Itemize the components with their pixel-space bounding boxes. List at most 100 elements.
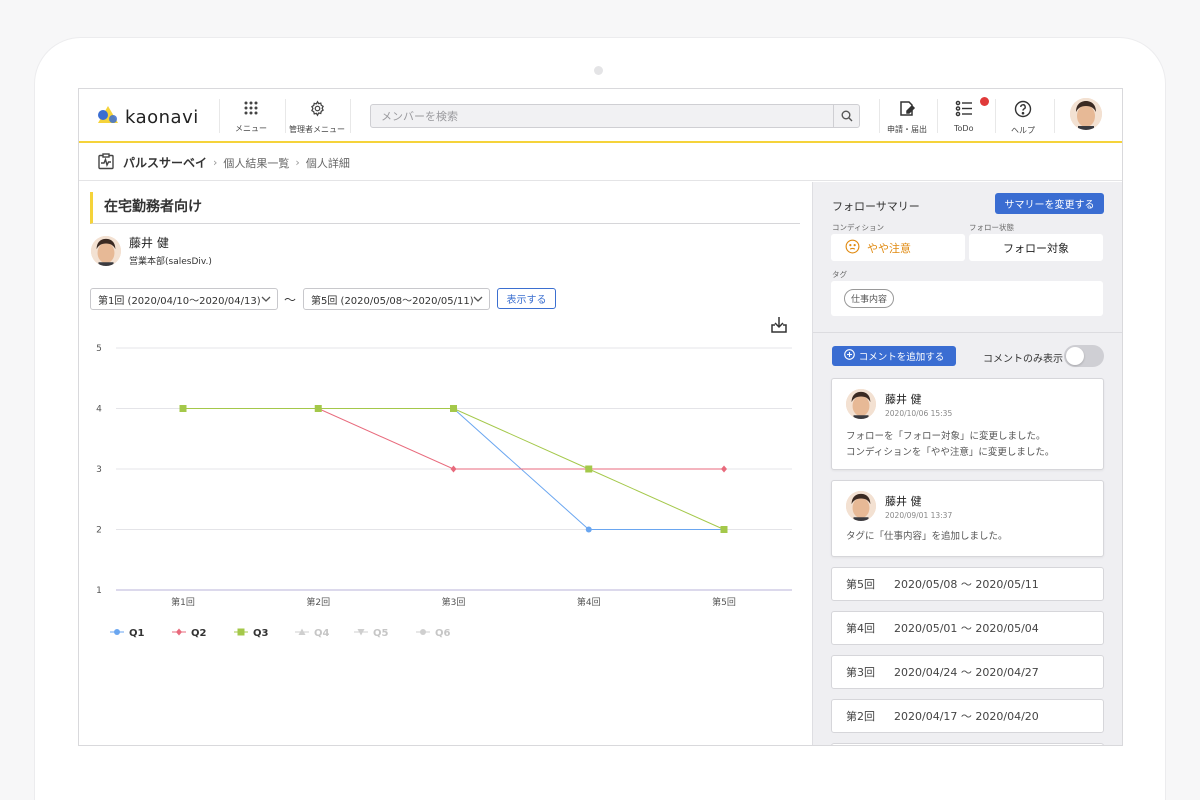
comment-line: フォローを「フォロー対象」に変更しました。 — [846, 431, 1046, 442]
add-comment-button[interactable]: コメントを追加する — [832, 346, 956, 366]
search-icon[interactable] — [833, 105, 859, 127]
y-tick-label: 3 — [96, 465, 102, 475]
chevron-down-icon — [261, 292, 271, 309]
menu-button[interactable]: メニュー — [235, 100, 267, 134]
legend-label-q5: Q5 — [373, 628, 389, 639]
round-label: 第2回 — [846, 710, 875, 723]
legend-label-q2: Q2 — [191, 628, 207, 639]
condition-box: やや注意 — [831, 234, 965, 261]
person-avatar — [91, 235, 121, 266]
legend-label-q1: Q1 — [129, 628, 145, 639]
tag-box: 仕事内容 — [831, 281, 1103, 316]
data-point-q3 — [450, 405, 457, 412]
x-tick-label: 第4回 — [577, 596, 601, 608]
header-divider — [1054, 99, 1055, 133]
round-item[interactable]: 第3回 2020/04/24 〜 2020/04/27 — [831, 655, 1104, 689]
header-divider — [219, 99, 220, 133]
comments-only-toggle[interactable] — [1064, 345, 1104, 367]
add-comment-label: コメントを追加する — [858, 352, 945, 363]
comment-line: タグに「仕事内容」を追加しました。 — [846, 531, 1008, 542]
apply-label: 申請・届出 — [887, 125, 927, 134]
y-tick-label: 5 — [96, 344, 102, 354]
notification-dot — [980, 97, 989, 106]
data-point-q2 — [721, 465, 727, 473]
legend-marker-q2 — [176, 628, 182, 636]
todo-button[interactable]: ToDo — [954, 100, 973, 133]
condition-value: やや注意 — [867, 241, 911, 255]
data-point-q3 — [314, 405, 322, 412]
kaonavi-logo-icon — [97, 105, 119, 129]
help-button[interactable]: ヘルプ — [1011, 100, 1035, 136]
data-point-q1 — [585, 526, 592, 533]
condition-label: コンディション — [832, 223, 884, 232]
x-tick-label: 第1回 — [171, 596, 195, 608]
comment-body: タグに「仕事内容」を追加しました。 — [846, 529, 1008, 545]
round-item[interactable]: 第5回 2020/05/08 〜 2020/05/11 — [831, 567, 1104, 601]
breadcrumb-pulse-survey[interactable]: パルスサーベイ — [123, 154, 207, 171]
checklist-icon — [955, 100, 973, 121]
chevron-right-icon: › — [295, 156, 300, 169]
range-to-select[interactable]: 第5回 (2020/05/08〜2020/05/11) — [303, 288, 490, 310]
show-button[interactable]: 表示する — [497, 288, 556, 309]
search-input[interactable] — [371, 105, 826, 128]
download-icon[interactable] — [769, 315, 789, 339]
survey-detail: 在宅勤務者向け 藤井 健 営業本部(salesDiv.) 第1回 (2020/0… — [79, 182, 812, 745]
round-range: 2020/04/17 〜 2020/04/20 — [894, 710, 1039, 723]
worried-face-icon — [845, 239, 860, 257]
y-tick-label: 2 — [96, 526, 102, 536]
tablet-camera — [594, 66, 603, 75]
follow-panel: フォローサマリー サマリーを変更する コンディション フォロー状態 やや注意 フ… — [812, 182, 1122, 745]
help-icon — [1014, 100, 1032, 122]
y-tick-label: 1 — [96, 586, 102, 596]
round-range: 2020/05/01 〜 2020/05/04 — [894, 622, 1039, 635]
chevron-right-icon: › — [213, 156, 218, 169]
round-item[interactable] — [831, 743, 1104, 745]
range-from-select[interactable]: 第1回 (2020/04/10〜2020/04/13) — [90, 288, 278, 310]
header-divider — [285, 99, 286, 133]
pulse-survey-icon — [97, 152, 115, 173]
round-label: 第3回 — [846, 666, 875, 679]
grid-icon — [243, 100, 259, 120]
follow-status-label: フォロー状態 — [969, 223, 1014, 232]
gear-icon — [309, 100, 326, 121]
change-summary-button[interactable]: サマリーを変更する — [995, 193, 1104, 214]
legend-marker-q6 — [420, 629, 426, 635]
series-line-q2 — [183, 408, 724, 470]
brand-name: kaonavi — [125, 106, 199, 128]
range-separator: 〜 — [284, 293, 297, 307]
header-divider — [937, 99, 938, 133]
round-item[interactable]: 第2回 2020/04/17 〜 2020/04/20 — [831, 699, 1104, 733]
tag-chip[interactable]: 仕事内容 — [844, 289, 895, 308]
user-avatar[interactable] — [1070, 98, 1102, 130]
legend-label-q4: Q4 — [314, 628, 330, 639]
app-header: kaonavi メニュー 管理者メニュー メンバーを検索 申請・届出 ToDo … — [79, 89, 1122, 143]
panel-divider — [813, 332, 1122, 333]
comment-avatar — [846, 389, 876, 419]
person-department: 営業本部(salesDiv.) — [129, 257, 212, 267]
x-tick-label: 第2回 — [306, 596, 330, 608]
comment-date: 2020/09/01 13:37 — [885, 511, 953, 520]
admin-menu-button[interactable]: 管理者メニュー — [289, 100, 345, 135]
chevron-down-icon — [473, 292, 483, 309]
comments-only-label: コメントのみ表示 — [983, 354, 1063, 365]
breadcrumb-result-list[interactable]: 個人結果一覧 — [223, 155, 289, 171]
round-item[interactable]: 第4回 2020/05/01 〜 2020/05/04 — [831, 611, 1104, 645]
breadcrumb: パルスサーベイ › 個人結果一覧 › 個人詳細 — [79, 145, 1122, 181]
comment-body: フォローを「フォロー対象」に変更しました。 コンディションを「やや注意」に変更し… — [846, 429, 1054, 461]
breadcrumb-detail: 個人詳細 — [305, 156, 350, 170]
apply-button[interactable]: 申請・届出 — [887, 100, 927, 135]
app-screen: kaonavi メニュー 管理者メニュー メンバーを検索 申請・届出 ToDo … — [78, 88, 1123, 746]
header-divider — [879, 99, 880, 133]
person-name: 藤井 健 — [129, 236, 169, 250]
brand-logo[interactable]: kaonavi — [97, 105, 199, 129]
comment-line: コンディションを「やや注意」に変更しました。 — [846, 447, 1055, 458]
survey-title: 在宅勤務者向け — [90, 192, 800, 224]
round-label: 第5回 — [846, 578, 875, 591]
legend-label-q6: Q6 — [435, 628, 451, 639]
member-search — [370, 104, 860, 128]
follow-status-box: フォロー対象 — [969, 234, 1103, 261]
range-to-value: 第5回 (2020/05/08〜2020/05/11) — [311, 295, 474, 307]
todo-label: ToDo — [954, 124, 974, 133]
range-from-value: 第1回 (2020/04/10〜2020/04/13) — [98, 295, 261, 307]
round-range: 2020/05/08 〜 2020/05/11 — [894, 578, 1039, 591]
